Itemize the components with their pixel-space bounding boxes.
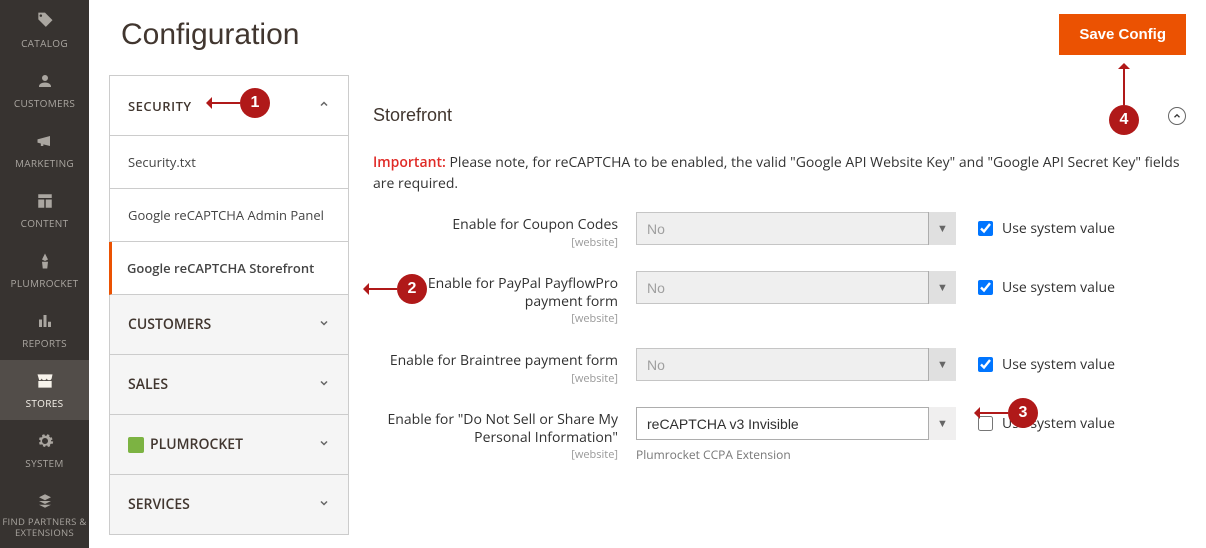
nav-item-content[interactable]: CONTENT [0, 180, 89, 240]
nav-label: SYSTEM [25, 456, 63, 470]
nav-item-plumrocket[interactable]: PLUMROCKET [0, 240, 89, 300]
sidebar-item-recaptcha-storefront[interactable]: Google reCAPTCHA Storefront [109, 242, 349, 295]
use-system-checkbox[interactable] [978, 280, 993, 295]
page-title: Configuration [121, 18, 299, 52]
group-label: PLUMROCKET [128, 435, 243, 454]
save-config-button[interactable]: Save Config [1059, 14, 1186, 55]
use-system-checkbox[interactable] [978, 416, 993, 431]
chevron-down-icon [318, 495, 330, 514]
important-text: Please note, for reCAPTCHA to be enabled… [373, 153, 1180, 193]
bar-chart-icon [36, 310, 54, 332]
group-label: SECURITY [128, 97, 192, 115]
scope-label: [website] [373, 312, 618, 326]
important-label: Important: [373, 153, 446, 172]
scope-label: [website] [373, 448, 618, 462]
nav-item-system[interactable]: SYSTEM [0, 420, 89, 480]
use-system-checkbox[interactable] [978, 221, 993, 236]
nav-item-reports[interactable]: REPORTS [0, 300, 89, 360]
sidebar-item-recaptcha-admin[interactable]: Google reCAPTCHA Admin Panel [109, 189, 349, 242]
nav-label: FIND PARTNERS & EXTENSIONS [2, 516, 87, 538]
admin-nav: CATALOG CUSTOMERS MARKETING CONTENT PLUM… [0, 0, 89, 548]
plumrocket-logo-icon [128, 437, 144, 453]
group-label: CUSTOMERS [128, 315, 211, 334]
tag-icon [35, 10, 55, 32]
config-tree: SECURITY Security.txt Google reCAPTCHA A… [109, 75, 349, 535]
nav-label: CONTENT [21, 216, 69, 230]
field-label: Enable for "Do Not Sell or Share My Pers… [373, 407, 618, 462]
nav-item-catalog[interactable]: CATALOG [0, 0, 89, 60]
field-helper: Plumrocket CCPA Extension [636, 446, 956, 463]
use-system-value[interactable]: Use system value [974, 348, 1115, 375]
important-note: Important: Please note, for reCAPTCHA to… [373, 152, 1186, 194]
use-system-value[interactable]: Use system value [974, 271, 1115, 298]
scope-label: [website] [373, 236, 618, 250]
group-customers[interactable]: CUSTOMERS [109, 295, 349, 355]
nav-label: CATALOG [21, 36, 68, 50]
chevron-down-icon [318, 315, 330, 334]
coupon-codes-select[interactable]: No [636, 212, 956, 245]
field-label: Enable for Coupon Codes [website] [373, 212, 618, 249]
chevron-down-icon [318, 375, 330, 394]
scope-label: [website] [373, 372, 618, 386]
group-label: SERVICES [128, 495, 190, 514]
use-system-checkbox[interactable] [978, 357, 993, 372]
annotation-marker-1: 1 [240, 88, 270, 118]
field-label: Enable for Braintree payment form [websi… [373, 348, 618, 385]
annotation-marker-4: 4 [1109, 105, 1139, 135]
nav-item-partners[interactable]: FIND PARTNERS & EXTENSIONS [0, 480, 89, 548]
paypal-payflow-select[interactable]: No [636, 271, 956, 304]
nav-label: CUSTOMERS [14, 96, 75, 110]
user-icon [36, 70, 54, 92]
annotation-arrow [976, 412, 1008, 414]
nav-label: MARKETING [15, 156, 74, 170]
annotation-arrow [365, 288, 397, 290]
nav-label: REPORTS [22, 336, 67, 350]
group-services[interactable]: SERVICES [109, 475, 349, 535]
nav-item-marketing[interactable]: MARKETING [0, 120, 89, 180]
nav-item-stores[interactable]: STORES [0, 360, 89, 420]
gear-icon [36, 430, 54, 452]
sidebar-item-security-txt[interactable]: Security.txt [109, 136, 349, 189]
annotation-arrow [208, 102, 240, 104]
config-content: Storefront Important: Please note, for r… [373, 75, 1186, 535]
chevron-down-icon [318, 435, 330, 454]
group-security[interactable]: SECURITY [109, 75, 349, 136]
ccpa-recaptcha-select[interactable]: reCAPTCHA v3 Invisible [636, 407, 956, 440]
layout-icon [36, 190, 54, 212]
use-system-value[interactable]: Use system value [974, 212, 1115, 239]
braintree-select[interactable]: No [636, 348, 956, 381]
annotation-marker-3: 3 [1008, 398, 1038, 428]
chevron-up-icon [318, 96, 330, 115]
group-plumrocket[interactable]: PLUMROCKET [109, 415, 349, 475]
section-title-text: Storefront [373, 105, 452, 126]
store-icon [35, 370, 55, 392]
group-label: SALES [128, 375, 168, 394]
plumrocket-icon [36, 250, 54, 272]
nav-item-customers[interactable]: CUSTOMERS [0, 60, 89, 120]
megaphone-icon [35, 130, 55, 152]
nav-label: PLUMROCKET [11, 276, 79, 290]
annotation-marker-2: 2 [397, 274, 427, 304]
group-sales[interactable]: SALES [109, 355, 349, 415]
collapse-section-icon[interactable] [1168, 107, 1186, 125]
nav-label: STORES [26, 396, 64, 410]
partners-icon [36, 490, 54, 512]
annotation-arrow [1123, 65, 1125, 105]
